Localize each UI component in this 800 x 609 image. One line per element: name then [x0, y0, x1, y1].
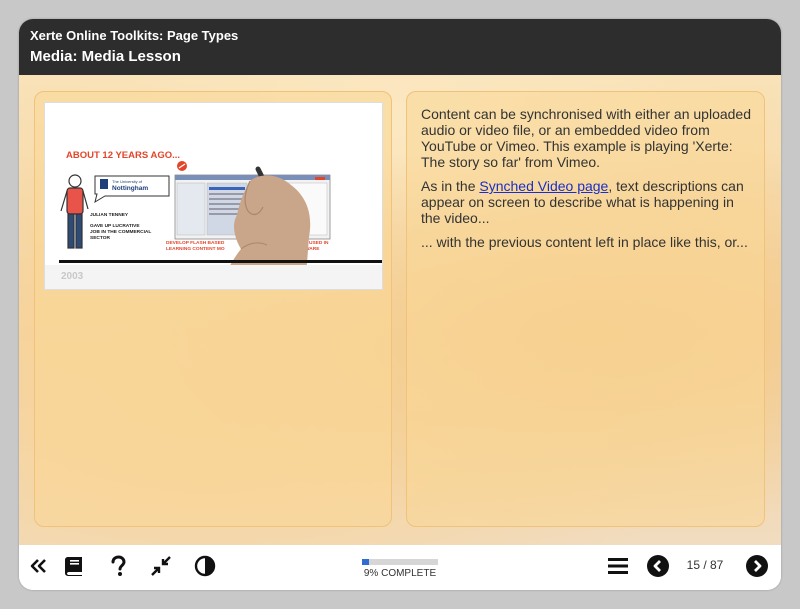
media-panel: ABOUT 12 YEARS AGO... The University of …	[34, 91, 392, 527]
next-arrow-icon	[746, 555, 768, 577]
video-player[interactable]: ABOUT 12 YEARS AGO... The University of …	[44, 102, 383, 290]
app-frame: Xerte Online Toolkits: Page Types Media:…	[19, 19, 781, 590]
compress-arrows-icon	[151, 556, 171, 576]
help-button[interactable]	[106, 554, 130, 578]
book-icon	[65, 557, 82, 576]
glossary-button[interactable]	[62, 554, 86, 578]
progress-bar	[362, 559, 438, 565]
content-paragraph: ... with the previous content left in pl…	[421, 234, 748, 250]
timeline-year: 2003	[61, 271, 84, 282]
flash-caption-line: LEARNING CONTENT MO	[166, 246, 225, 252]
contrast-button[interactable]	[193, 554, 217, 578]
synched-video-link[interactable]: Synched Video page	[479, 178, 608, 194]
project-title: Xerte Online Toolkits: Page Types	[30, 28, 239, 43]
timeline-line	[59, 260, 382, 263]
footer-toolbar: 9% COMPLETE 15 / 87	[19, 545, 781, 590]
progress-fill	[362, 559, 369, 565]
paragraph-text: As in the	[421, 178, 480, 194]
page-title: Media: Media Lesson	[30, 48, 181, 65]
content-paragraph: Content can be synchronised with either …	[421, 106, 751, 170]
content-area: ABOUT 12 YEARS AGO... The University of …	[19, 75, 781, 545]
page-counter: 15 / 87	[686, 558, 724, 572]
text-panel: Content can be synchronised with either …	[406, 91, 765, 527]
double-chevron-left-icon	[30, 559, 46, 573]
university-name: Nottingham	[112, 185, 148, 192]
fullscreen-toggle-button[interactable]	[149, 554, 173, 578]
next-page-button[interactable]	[745, 554, 769, 578]
question-icon	[111, 555, 126, 576]
video-frame: ABOUT 12 YEARS AGO... The University of …	[45, 103, 382, 289]
person-caption-line: JOB IN THE COMMERCIAL	[90, 229, 151, 235]
header-bar: Xerte Online Toolkits: Page Types Media:…	[19, 19, 781, 75]
person-name: JULIAN TENNEY	[90, 212, 129, 218]
hamburger-menu-icon	[608, 558, 628, 574]
person-caption-line: GAVE UP LUCRATIVE	[90, 223, 140, 229]
previous-arrow-icon	[647, 555, 669, 577]
flash-caption-line: DEVELOP FLASH BASED	[166, 240, 225, 246]
person-caption-line: SECTOR	[90, 235, 110, 241]
university-prefix: The University of	[112, 179, 143, 184]
content-paragraph: As in the Synched Video page, text descr…	[421, 178, 751, 226]
progress-label: 9% COMPLETE	[363, 568, 437, 579]
right-caption-line: USED IN	[309, 240, 329, 246]
back-to-start-button[interactable]	[27, 554, 51, 578]
contrast-icon	[194, 555, 216, 577]
menu-button[interactable]	[606, 554, 630, 578]
video-heading: ABOUT 12 YEARS AGO...	[66, 150, 180, 161]
text-content: Content can be synchronised with either …	[421, 106, 751, 258]
previous-page-button[interactable]	[646, 554, 670, 578]
